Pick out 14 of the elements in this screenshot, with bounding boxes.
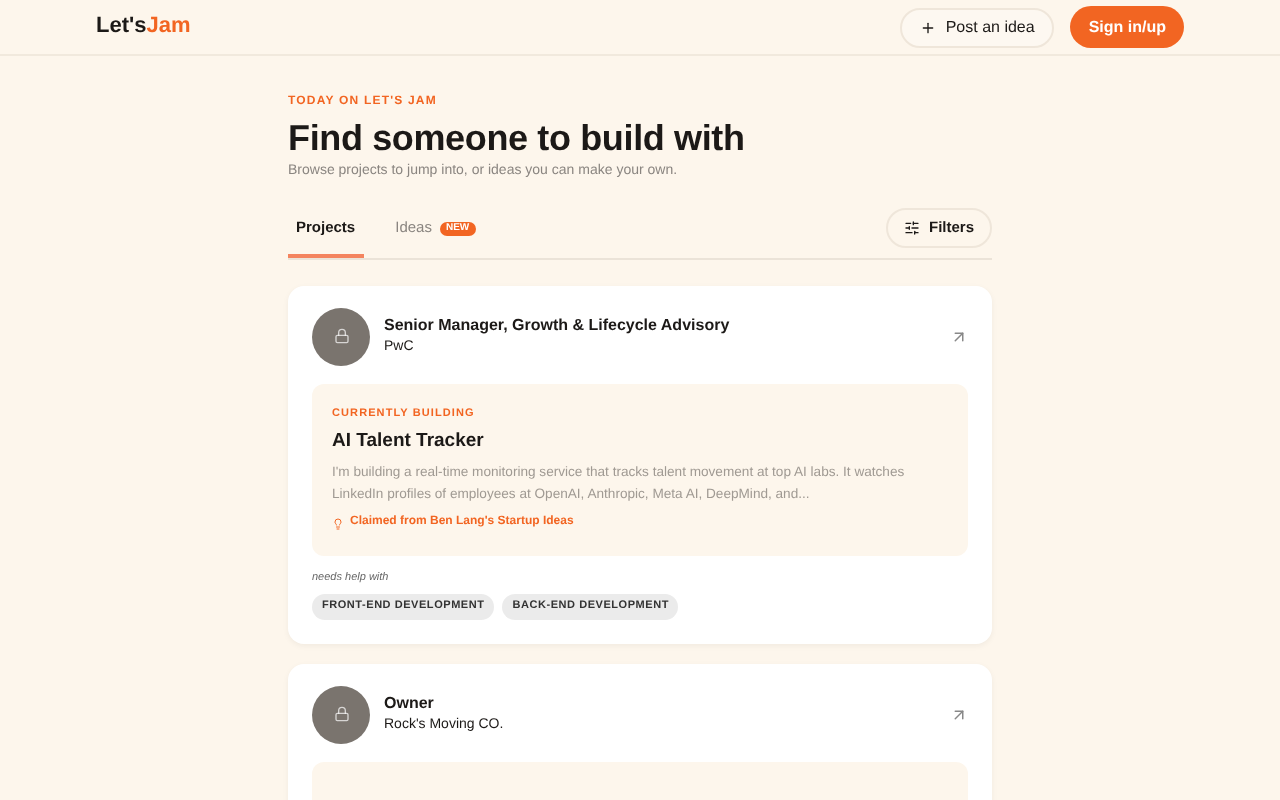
project-card[interactable] bbox=[288, 285, 992, 643]
post-idea-button[interactable]: Post an idea bbox=[899, 7, 1055, 47]
lightbulb-icon bbox=[332, 517, 344, 529]
arrow-icon[interactable] bbox=[950, 705, 968, 723]
sliders-icon bbox=[904, 219, 921, 235]
lock-icon bbox=[333, 706, 349, 722]
role-title: Owner bbox=[384, 691, 436, 716]
logo[interactable]: Let'sJam bbox=[96, 10, 191, 44]
project-name: AI Talent Tracker bbox=[332, 427, 486, 456]
role-title: Senior Manager, Growth & Lifecycle Advisory bbox=[384, 313, 732, 338]
plus-icon bbox=[919, 19, 936, 35]
page-title: Find someone to build with bbox=[288, 116, 747, 162]
lock-icon bbox=[333, 328, 349, 344]
arrow-icon[interactable] bbox=[950, 327, 968, 345]
